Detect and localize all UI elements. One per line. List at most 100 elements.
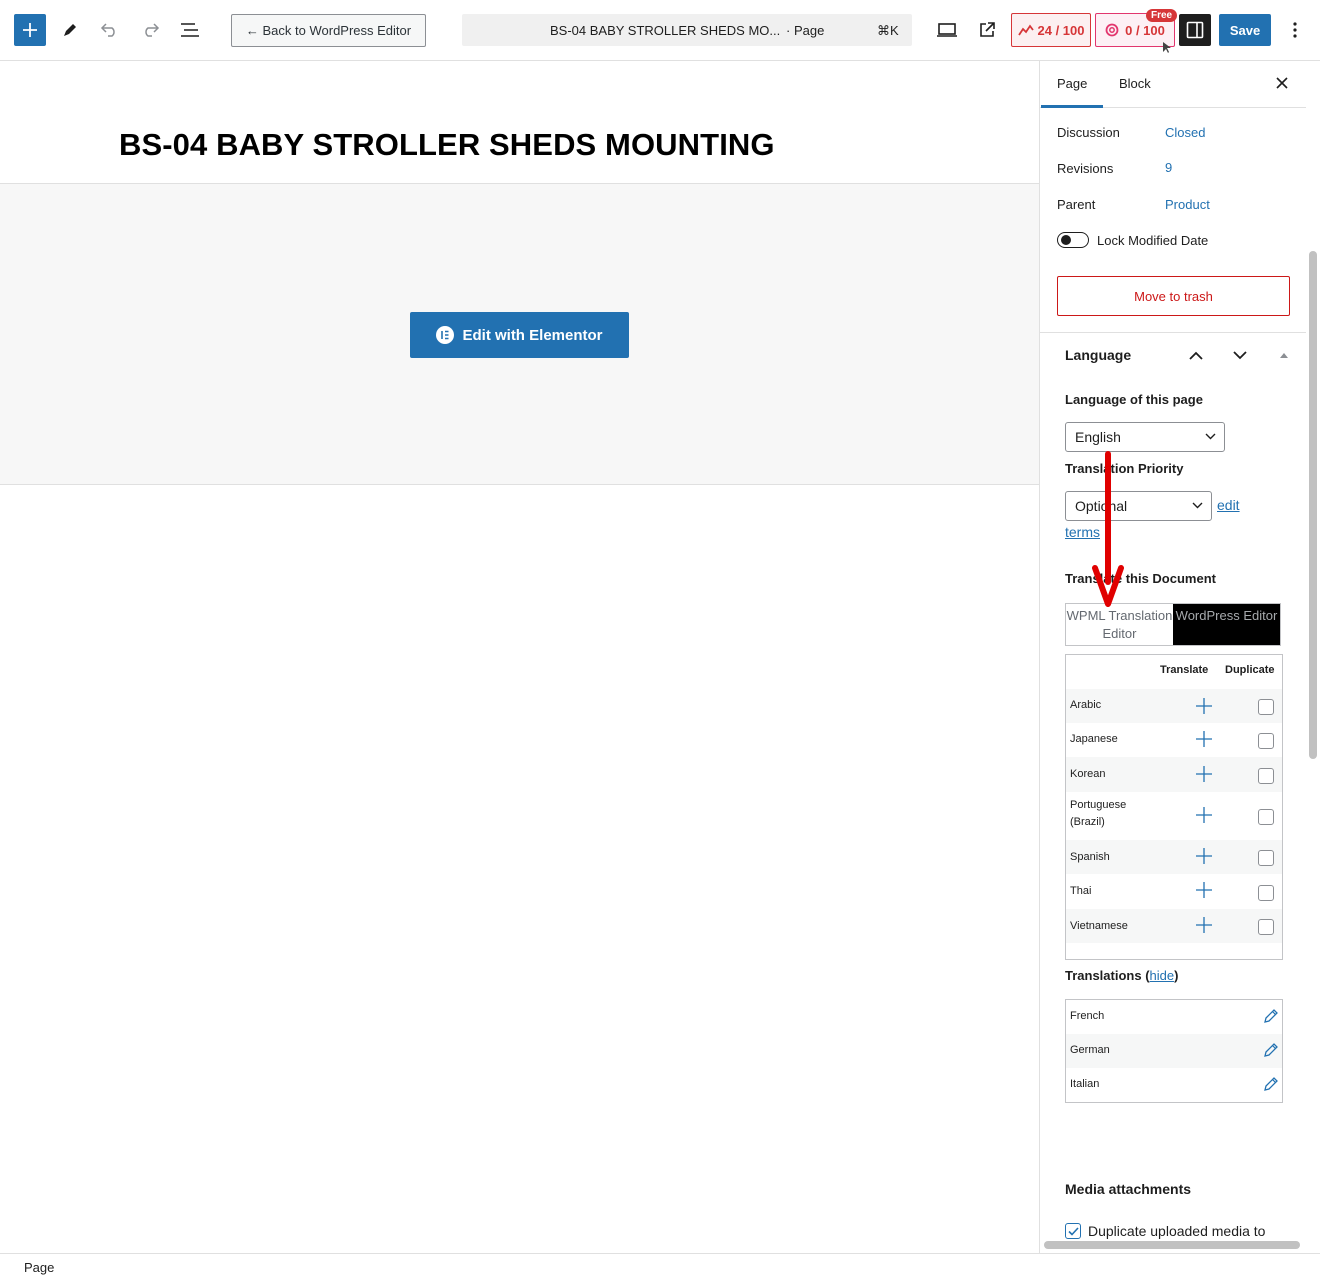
- duplicate-checkbox[interactable]: [1258, 919, 1274, 935]
- chevron-down-icon: [1233, 350, 1247, 359]
- translations-label: Translations: [1065, 968, 1142, 983]
- edit-translation-icon[interactable]: [1263, 1076, 1279, 1092]
- duplicate-checkbox[interactable]: [1258, 809, 1274, 825]
- tools-button[interactable]: [54, 14, 86, 46]
- language-panel-heading[interactable]: Language: [1065, 347, 1131, 363]
- redo-button[interactable]: [134, 14, 166, 46]
- external-link-icon: [980, 22, 995, 37]
- language-name: Japanese: [1070, 733, 1118, 745]
- edit-translation-icon[interactable]: [1263, 1008, 1279, 1024]
- elementor-icon: [436, 326, 455, 344]
- table-row: Thai: [1066, 874, 1282, 909]
- seo-score-button[interactable]: 24 / 100: [1011, 13, 1091, 47]
- duplicate-checkbox[interactable]: [1258, 885, 1274, 901]
- language-name: Korean: [1070, 768, 1106, 780]
- add-translation-icon[interactable]: [1195, 881, 1213, 899]
- move-panel-down-button[interactable]: [1230, 345, 1250, 365]
- media-attachments-heading: Media attachments: [1065, 1181, 1192, 1197]
- move-panel-up-button[interactable]: [1186, 345, 1206, 365]
- table-row: Japanese: [1066, 723, 1282, 757]
- block-breadcrumb-bar: Page: [0, 1253, 1320, 1278]
- view-page-button[interactable]: [971, 14, 1003, 46]
- language-name: Thai: [1070, 885, 1092, 897]
- add-translation-icon[interactable]: [1195, 847, 1213, 865]
- undo-button[interactable]: [94, 14, 126, 46]
- hide-translations-link[interactable]: hide: [1150, 968, 1175, 983]
- settings-sidebar: Page Block Discussion Closed Revisions 9…: [1039, 61, 1320, 1253]
- add-translation-icon[interactable]: [1195, 806, 1213, 824]
- lock-modified-date-toggle[interactable]: [1057, 232, 1089, 248]
- duplicate-checkbox[interactable]: [1258, 768, 1274, 784]
- add-translation-icon[interactable]: [1195, 916, 1213, 934]
- preview-button[interactable]: [931, 14, 963, 46]
- panel-divider: [1040, 332, 1306, 333]
- lock-modified-date-label: Lock Modified Date: [1097, 233, 1209, 248]
- redo-icon: [145, 23, 160, 37]
- sidebar-icon: [1186, 21, 1204, 39]
- breadcrumb[interactable]: Page: [24, 1260, 54, 1275]
- language-select-value: English: [1075, 429, 1121, 445]
- sidebar-tabs: Page Block: [1040, 61, 1306, 108]
- tab-block[interactable]: Block: [1119, 76, 1151, 91]
- vertical-scrollbar[interactable]: [1309, 251, 1317, 759]
- duplicate-checkbox[interactable]: [1258, 733, 1274, 749]
- more-vertical-icon: [1293, 22, 1297, 38]
- block-inserter-button[interactable]: [14, 14, 46, 46]
- add-translation-icon[interactable]: [1195, 730, 1213, 748]
- active-tab-indicator: [1041, 105, 1103, 108]
- duplicate-checkbox[interactable]: [1258, 850, 1274, 866]
- add-translation-icon[interactable]: [1195, 697, 1213, 715]
- chevron-down-icon: [1205, 433, 1216, 440]
- move-to-trash-button[interactable]: Move to trash: [1057, 276, 1290, 316]
- language-name: Spanish: [1070, 851, 1110, 863]
- collapse-panel-button[interactable]: [1274, 345, 1294, 365]
- add-translation-icon[interactable]: [1195, 765, 1213, 783]
- close-sidebar-button[interactable]: [1272, 73, 1292, 93]
- edit-translation-icon[interactable]: [1263, 1042, 1279, 1058]
- edit-with-elementor-label: Edit with Elementor: [462, 326, 603, 344]
- edit-terms-link[interactable]: edit: [1217, 497, 1240, 513]
- wordpress-editor-option[interactable]: WordPress Editor: [1173, 604, 1280, 645]
- language-name: Portuguese (Brazil): [1070, 799, 1127, 828]
- duplicate-checkbox[interactable]: [1258, 699, 1274, 715]
- free-badge: Free: [1146, 9, 1178, 22]
- duplicate-media-label: Duplicate uploaded media to: [1088, 1223, 1266, 1239]
- command-palette-bar[interactable]: BS-04 BABY STROLLER SHEDS MO... · Page ⌘…: [462, 14, 912, 46]
- seo-score-value: 24 / 100: [1037, 22, 1085, 38]
- table-row: Spanish: [1066, 840, 1282, 874]
- language-of-page-label: Language of this page: [1065, 392, 1203, 407]
- translation-priority-select[interactable]: Optional: [1065, 491, 1212, 521]
- desktop-icon: [937, 23, 957, 37]
- elementor-placeholder: Edit with Elementor: [0, 183, 1040, 485]
- wpml-translation-editor-option[interactable]: WPML Translation Editor: [1066, 604, 1173, 645]
- duplicate-media-checkbox[interactable]: [1065, 1223, 1081, 1239]
- translation-priority-label: Translation Priority: [1065, 461, 1184, 476]
- revisions-value[interactable]: 9: [1165, 160, 1172, 175]
- discussion-value[interactable]: Closed: [1165, 125, 1205, 140]
- settings-sidebar-toggle[interactable]: [1179, 14, 1211, 46]
- plus-icon: [23, 23, 37, 37]
- parent-value[interactable]: Product: [1165, 197, 1210, 212]
- discussion-label: Discussion: [1057, 125, 1120, 140]
- keyboard-shortcut: ⌘K: [877, 23, 899, 38]
- edit-with-elementor-button[interactable]: Edit with Elementor: [410, 312, 629, 358]
- back-to-wordpress-editor-button[interactable]: ← Back to WordPress Editor: [231, 14, 426, 47]
- page-title[interactable]: BS-04 BABY STROLLER SHEDS MOUNTING: [119, 127, 775, 163]
- language-name: Vietnamese: [1070, 920, 1128, 932]
- options-menu-button[interactable]: [1283, 14, 1307, 46]
- revisions-label: Revisions: [1057, 161, 1114, 176]
- tab-page[interactable]: Page: [1057, 76, 1087, 91]
- document-overview-button[interactable]: [174, 14, 206, 46]
- language-select[interactable]: English: [1065, 422, 1225, 452]
- save-button[interactable]: Save: [1219, 14, 1271, 46]
- toggle-knob: [1061, 235, 1071, 245]
- horizontal-scrollbar[interactable]: [1044, 1241, 1300, 1249]
- red-arrow-annotation-icon: [1092, 451, 1124, 607]
- duplicate-media-option[interactable]: Duplicate uploaded media to: [1065, 1223, 1265, 1239]
- editor-canvas: BS-04 BABY STROLLER SHEDS MOUNTING Edit …: [0, 61, 1040, 1253]
- translation-language-name: German: [1070, 1044, 1110, 1056]
- mouse-cursor-icon: [1163, 42, 1171, 53]
- translate-column-header: Translate: [1160, 664, 1209, 676]
- close-icon: [1276, 77, 1288, 89]
- readability-score-value: 0 / 100: [1125, 22, 1165, 38]
